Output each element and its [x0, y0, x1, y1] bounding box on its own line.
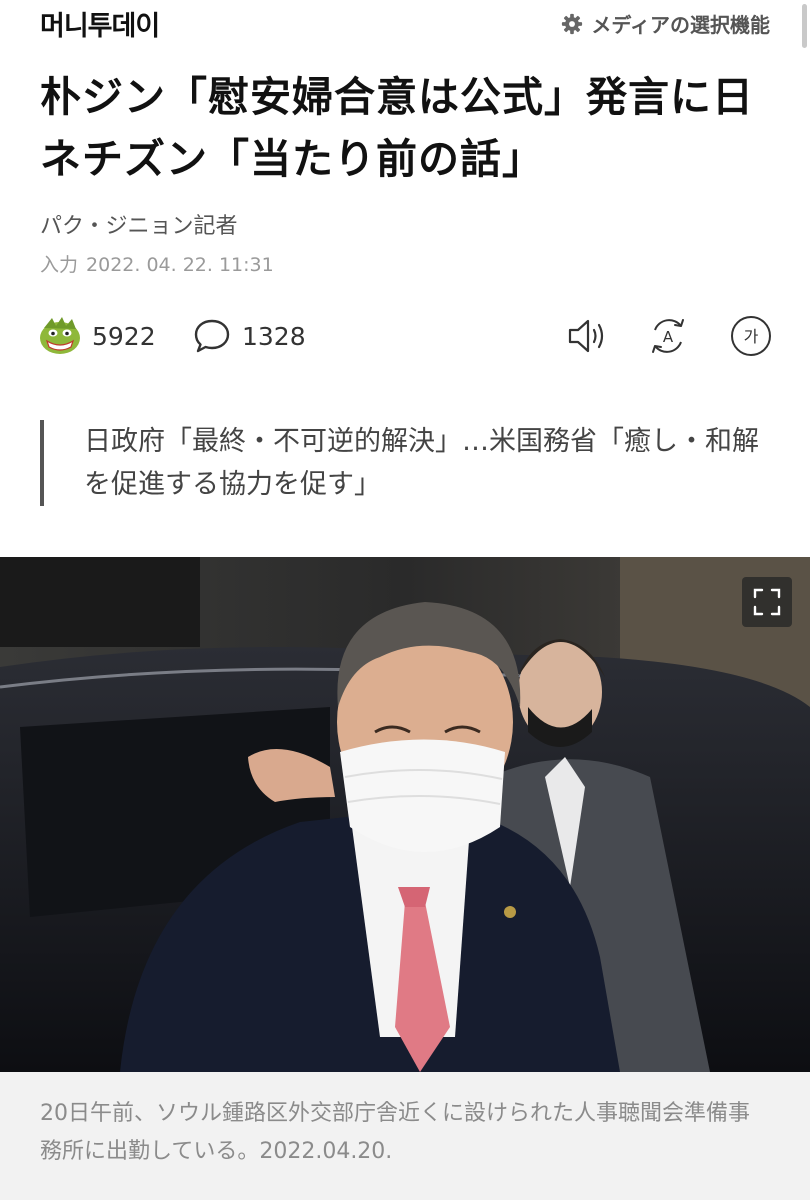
- scrollbar-thumb[interactable]: [802, 4, 807, 48]
- comment-button[interactable]: 1328: [192, 308, 306, 364]
- media-choice-button[interactable]: メディアの選択機能: [561, 9, 770, 38]
- reaction-button[interactable]: 5922: [38, 308, 156, 364]
- article-headline: 朴ジン「慰安婦合意は公式」発言に日ネチズン「当たり前の話」: [40, 73, 754, 183]
- translate-button[interactable]: A: [647, 308, 689, 364]
- gear-icon: [562, 13, 583, 34]
- article-dateline: 入力 2022. 04. 22. 11:31: [40, 250, 274, 277]
- reaction-count: 5922: [92, 321, 156, 351]
- date-label: 入力: [40, 254, 79, 276]
- top-bar: 머니투데이 メディアの選択機能: [0, 0, 810, 48]
- photo-illustration: [0, 557, 810, 1072]
- comment-count: 1328: [242, 321, 306, 351]
- article-byline[interactable]: パク・ジニョン記者: [40, 208, 238, 240]
- speech-bubble-icon: [194, 319, 230, 353]
- date-value: 2022. 04. 22. 11:31: [86, 254, 274, 276]
- photo-expand-button[interactable]: [742, 577, 792, 627]
- article-photo[interactable]: [0, 557, 810, 1072]
- media-choice-label: メディアの選択機能: [591, 13, 770, 37]
- article-subheadline: 日政府「最終・不可逆的解決」…米国務省「癒し・和解を促進する協力を促す」: [40, 420, 780, 506]
- fullscreen-icon: [753, 588, 781, 616]
- font-size-icon: 가: [731, 316, 771, 356]
- reaction-emoji-icon: [40, 317, 80, 354]
- font-size-button[interactable]: 가: [730, 308, 772, 364]
- brand-logo[interactable]: 머니투데이: [40, 4, 160, 43]
- text-to-speech-button[interactable]: [566, 308, 612, 364]
- font-size-icon-letter: 가: [744, 327, 759, 346]
- translate-icon: A: [652, 319, 684, 353]
- article-action-bar: 5922 1328 A 가: [0, 308, 810, 364]
- speaker-icon: [568, 319, 604, 353]
- photo-caption: 20日午前、ソウル鍾路区外交部庁舎近くに設けられた人事聴聞会準備事務所に出勤して…: [0, 1072, 810, 1200]
- translate-icon-letter: A: [663, 328, 674, 346]
